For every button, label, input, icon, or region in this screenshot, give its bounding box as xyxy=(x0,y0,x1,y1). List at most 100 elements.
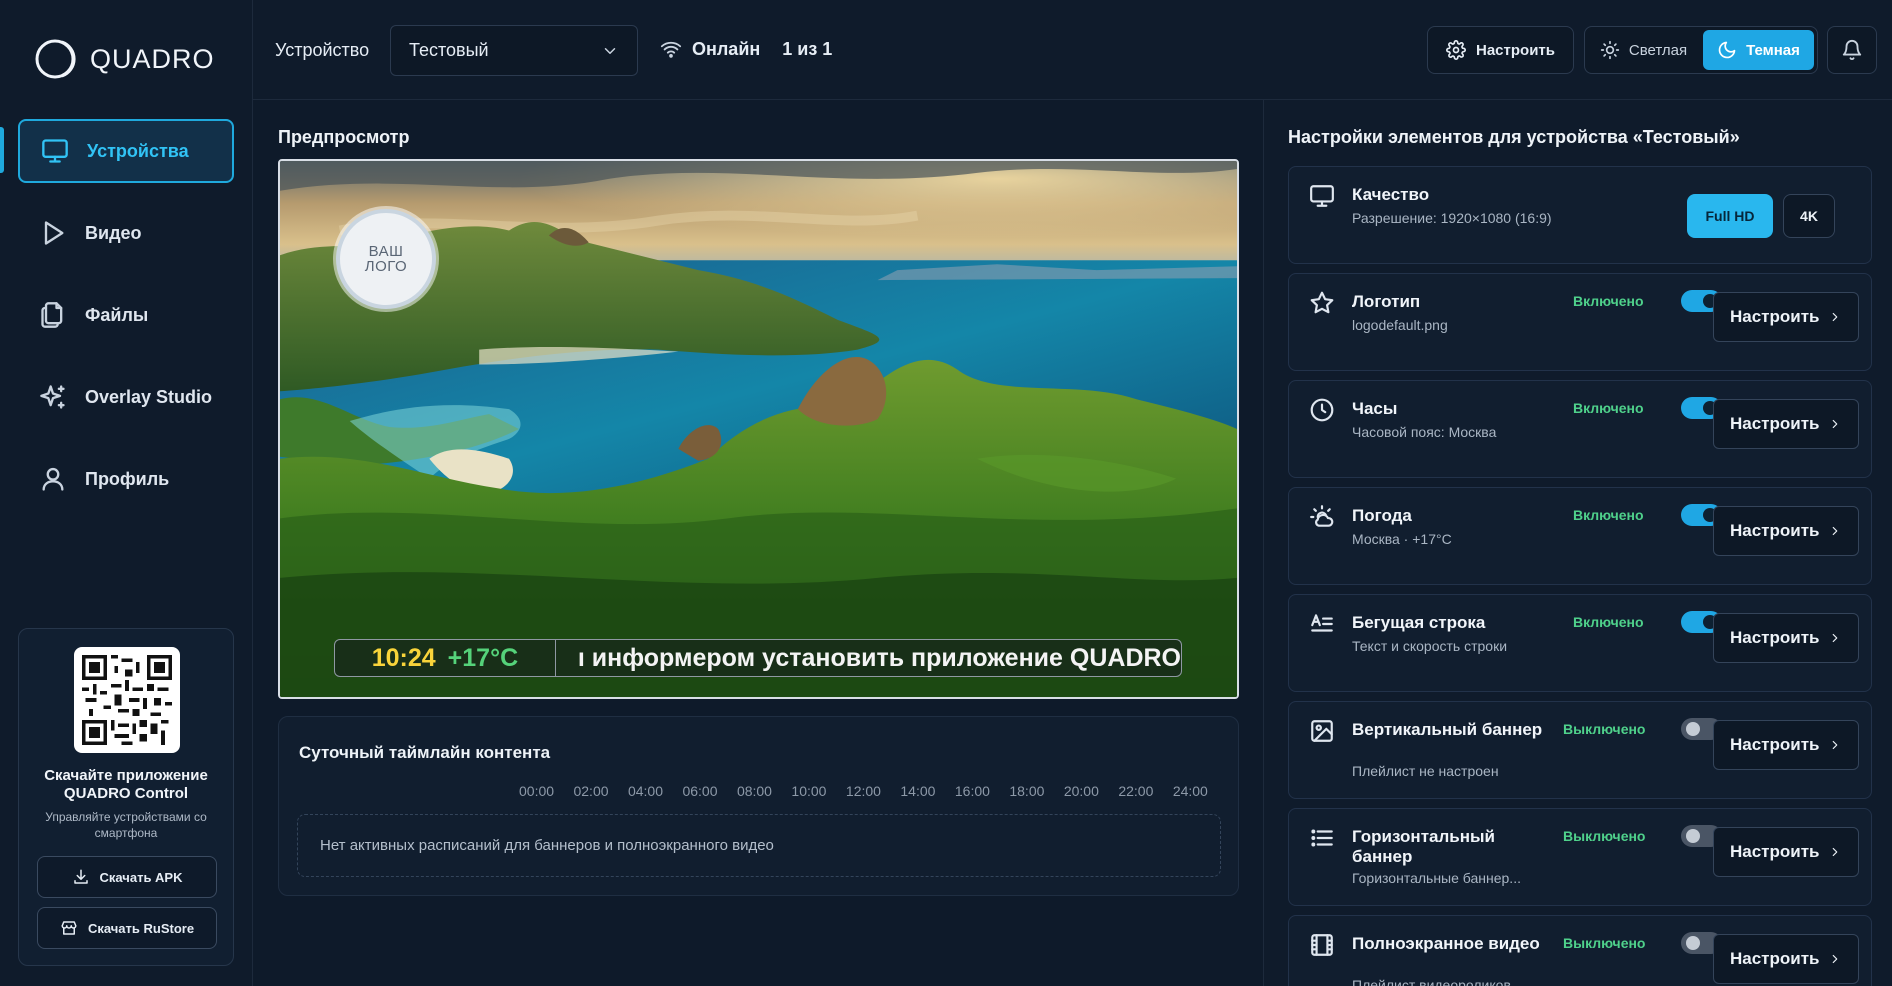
element-card-fullscreen-video: Полноэкранное видео Плейлист видеоролико… xyxy=(1288,915,1872,986)
configure-label: Настроить xyxy=(1730,307,1820,326)
logo-line-1: ВАШ xyxy=(368,243,404,260)
main-nav: Устройства Видео Файлы Overlay Studio Пр… xyxy=(18,119,234,529)
element-state: Выключено xyxy=(1563,935,1646,951)
element-subtitle: Часовой пояс: Москва xyxy=(1352,424,1497,440)
preview-screen: ВАШ ЛОГО 10:24 +17°C ı информером устано… xyxy=(278,159,1239,699)
timeline-ticks: 00:00 02:00 04:00 06:00 08:00 10:00 12:0… xyxy=(519,783,1208,799)
chevron-right-icon xyxy=(1828,845,1842,859)
element-subtitle: Москва · +17°C xyxy=(1352,531,1452,547)
timeline-tick: 06:00 xyxy=(682,783,718,799)
status-text: Онлайн xyxy=(692,38,761,59)
timeline-tick: 02:00 xyxy=(573,783,609,799)
settings-button[interactable]: Настроить xyxy=(1427,26,1574,74)
gear-icon xyxy=(1446,40,1466,60)
qr-code-icon xyxy=(82,655,172,745)
element-subtitle: logodefault.png xyxy=(1352,317,1448,333)
element-title: Вертикальный баннер xyxy=(1352,720,1543,739)
download-apk-label: Скачать APK xyxy=(99,869,183,885)
sidebar-item-overlay-studio[interactable]: Overlay Studio xyxy=(18,365,234,429)
configure-button[interactable]: Настроить xyxy=(1713,292,1859,342)
element-subtitle: Плейлист видеороликов xyxy=(1352,977,1511,986)
quadro-logo-icon xyxy=(35,39,76,79)
quality-fullhd-button[interactable]: Full HD xyxy=(1687,194,1773,238)
chevron-right-icon xyxy=(1828,952,1842,966)
film-icon xyxy=(1309,932,1335,958)
user-icon xyxy=(39,465,67,493)
sidebar-item-profile[interactable]: Профиль xyxy=(18,447,234,511)
app-card-title: Скачайте приложение QUADRO Control xyxy=(44,767,208,802)
preview-time: 10:24 xyxy=(371,643,436,672)
timeline-tick: 00:00 xyxy=(519,783,555,799)
configure-button[interactable]: Настроить xyxy=(1713,613,1859,663)
configure-label: Настроить xyxy=(1730,414,1820,433)
configure-label: Настроить xyxy=(1730,842,1820,861)
element-subtitle: Горизонтальные баннер... xyxy=(1352,870,1521,886)
sidebar-item-files[interactable]: Файлы xyxy=(18,283,234,347)
preview-ticker: 10:24 +17°C ı информером установить прил… xyxy=(334,639,1182,677)
app-card-subtitle: Управляйте устройствами со смартфона xyxy=(45,810,207,840)
element-title: Часы xyxy=(1352,399,1398,418)
qr-code xyxy=(74,647,180,753)
sidebar-item-label: Видео xyxy=(85,222,142,243)
bell-icon xyxy=(1841,39,1863,61)
configure-button[interactable]: Настроить xyxy=(1713,720,1859,770)
text-icon xyxy=(1309,611,1335,637)
sidebar-item-video[interactable]: Видео xyxy=(18,201,234,265)
chevron-right-icon xyxy=(1828,417,1842,431)
theme-dark-label: Темная xyxy=(1746,41,1800,59)
timeline-tick: 16:00 xyxy=(954,783,990,799)
timeline-title: Суточный таймлайн контента xyxy=(299,743,551,762)
files-icon xyxy=(39,301,67,329)
sparkles-icon xyxy=(39,383,67,411)
preview-ticker-text: ı информером установить приложение QUADR… xyxy=(577,643,1181,672)
monitor-icon xyxy=(41,137,69,165)
theme-light-button[interactable]: Светлая xyxy=(1588,30,1699,70)
element-title: Бегущая строка xyxy=(1352,613,1486,632)
configure-label: Настроить xyxy=(1730,735,1820,754)
device-select[interactable]: Тестовый xyxy=(390,25,638,76)
notifications-button[interactable] xyxy=(1827,26,1877,74)
quality-4k-button[interactable]: 4K xyxy=(1783,194,1835,238)
chevron-down-icon xyxy=(601,42,619,60)
wifi-icon xyxy=(660,38,682,60)
element-title: Погода xyxy=(1352,506,1412,525)
element-title: Горизонтальный баннер xyxy=(1352,827,1495,866)
preview-logo-placeholder: ВАШ ЛОГО xyxy=(336,209,436,309)
preview-title: Предпросмотр xyxy=(278,127,410,147)
timeline-tick: 04:00 xyxy=(627,783,664,799)
element-state: Включено xyxy=(1573,400,1644,416)
device-status: Онлайн 1 из 1 xyxy=(660,38,832,60)
element-card-weather: Погода Москва · +17°C Включено Настроить xyxy=(1288,487,1872,585)
element-state: Выключено xyxy=(1563,828,1646,844)
preview-clock-weather: 10:24 +17°C xyxy=(335,640,556,676)
preview-weather: +17°C xyxy=(447,643,519,672)
device-count: 1 из 1 xyxy=(782,38,833,59)
star-icon xyxy=(1309,290,1335,316)
app-download-card: Скачайте приложение QUADRO Control Управ… xyxy=(18,628,234,966)
element-card-ticker: Бегущая строка Текст и скорость строки В… xyxy=(1288,594,1872,692)
timeline-tick: 10:00 xyxy=(791,783,827,799)
element-state: Выключено xyxy=(1563,721,1646,737)
configure-button[interactable]: Настроить xyxy=(1713,506,1859,556)
element-card-clock: Часы Часовой пояс: Москва Включено Настр… xyxy=(1288,380,1872,478)
moon-icon xyxy=(1717,40,1737,60)
timeline-tick: 24:00 xyxy=(1172,783,1208,799)
configure-button[interactable]: Настроить xyxy=(1713,827,1859,877)
configure-button[interactable]: Настроить xyxy=(1713,399,1859,449)
element-state: Включено xyxy=(1573,293,1644,309)
settings-panel: Настройки элементов для устройства «Тест… xyxy=(1263,100,1892,986)
clock-icon xyxy=(1309,397,1335,423)
toggle-knob xyxy=(1686,829,1700,843)
element-title: Полноэкранное видео xyxy=(1352,934,1540,953)
element-card-logo: Логотип logodefault.png Включено Настрои… xyxy=(1288,273,1872,371)
configure-label: Настроить xyxy=(1730,521,1820,540)
theme-dark-button[interactable]: Темная xyxy=(1703,30,1814,70)
sidebar-item-devices[interactable]: Устройства xyxy=(18,119,234,183)
quality-resolution: Разрешение: 1920×1080 (16:9) xyxy=(1352,210,1552,226)
device-label: Устройство xyxy=(275,40,370,60)
element-title: Логотип xyxy=(1352,292,1421,311)
configure-button[interactable]: Настроить xyxy=(1713,934,1859,984)
download-rustore-button[interactable]: Скачать RuStore xyxy=(37,907,217,949)
brand-logo[interactable]: QUADRO xyxy=(34,37,215,81)
download-apk-button[interactable]: Скачать APK xyxy=(37,856,217,898)
